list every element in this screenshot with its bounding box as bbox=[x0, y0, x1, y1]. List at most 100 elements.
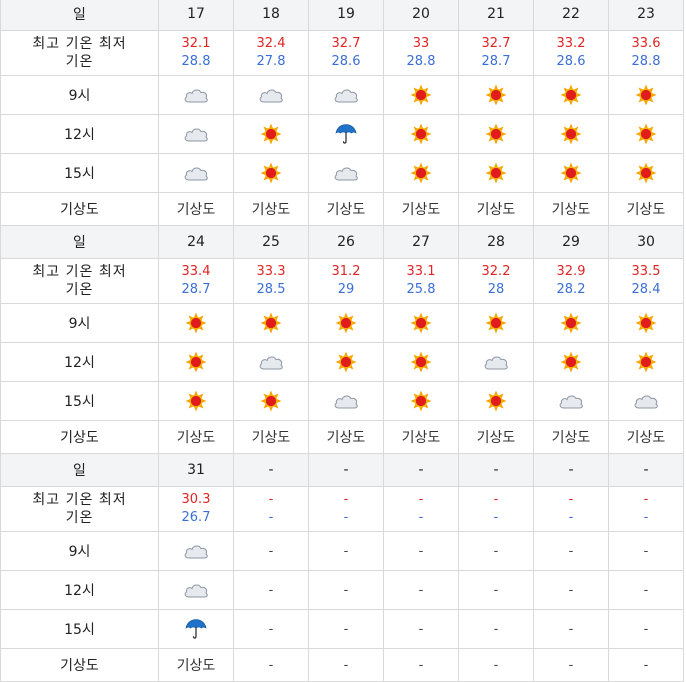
weather-map-cell[interactable]: 기상도 bbox=[608, 192, 684, 226]
row-label-text: 기온 bbox=[65, 510, 94, 526]
weather-map-cell[interactable]: 기상도 bbox=[383, 420, 459, 454]
day-number: 26 bbox=[337, 234, 355, 250]
row-label-day: 일 bbox=[0, 0, 159, 31]
weather-map-link[interactable]: 기상도 bbox=[327, 430, 366, 446]
forecast-cell: - bbox=[383, 570, 459, 610]
empty-value: - bbox=[493, 622, 499, 637]
weather-map-link[interactable]: 기상도 bbox=[552, 430, 591, 446]
weather-map-link[interactable]: 기상도 bbox=[477, 430, 516, 446]
day-cell: 30 bbox=[608, 225, 684, 259]
sun-icon bbox=[410, 390, 432, 412]
weather-map-link[interactable]: 기상도 bbox=[177, 202, 216, 218]
low-temp: 28.8 bbox=[631, 54, 661, 69]
weather-map-link[interactable]: 기상도 bbox=[477, 202, 516, 218]
weather-map-link[interactable]: 기상도 bbox=[552, 202, 591, 218]
day-cell: 21 bbox=[458, 0, 534, 31]
weather-map-cell[interactable]: 기상도 bbox=[158, 420, 234, 454]
forecast-cell bbox=[158, 570, 234, 610]
sun-icon bbox=[410, 351, 432, 373]
weather-map-cell[interactable]: 기상도 bbox=[533, 192, 609, 226]
row-label-text: 일 bbox=[73, 235, 86, 251]
day-number: - bbox=[568, 462, 574, 478]
forecast-cell bbox=[383, 153, 459, 193]
sun-icon bbox=[560, 84, 582, 106]
weather-map-cell[interactable]: 기상도 bbox=[233, 192, 309, 226]
weather-map-cell: - bbox=[233, 648, 309, 682]
forecast-cell bbox=[233, 381, 309, 421]
row-label-text: 9시 bbox=[68, 316, 91, 332]
weather-map-cell[interactable]: 기상도 bbox=[533, 420, 609, 454]
low-temp: - bbox=[343, 510, 349, 525]
temperature-cell: 31.2 29 bbox=[308, 258, 384, 304]
weather-map-cell: - bbox=[383, 648, 459, 682]
weather-map-link[interactable]: 기상도 bbox=[327, 202, 366, 218]
sun-icon bbox=[410, 162, 432, 184]
forecast-cell: - bbox=[383, 609, 459, 649]
high-temp: 32.4 bbox=[256, 36, 286, 51]
low-temp: 29 bbox=[337, 282, 355, 297]
forecast-cell bbox=[383, 114, 459, 154]
sun-icon bbox=[635, 312, 657, 334]
weather-map-link[interactable]: 기상도 bbox=[252, 202, 291, 218]
row-label-map: 기상도 bbox=[0, 192, 159, 226]
temperature-cell: 32.4 27.8 bbox=[233, 30, 309, 76]
day-cell: 17 bbox=[158, 0, 234, 31]
forecast-cell: - bbox=[458, 531, 534, 571]
day-cell: - bbox=[608, 453, 684, 487]
weather-map-cell[interactable]: 기상도 bbox=[383, 192, 459, 226]
sun-icon bbox=[485, 312, 507, 334]
day-number: 20 bbox=[412, 6, 430, 22]
day-cell: 29 bbox=[533, 225, 609, 259]
weather-map-cell[interactable]: 기상도 bbox=[158, 648, 234, 682]
forecast-cell bbox=[158, 303, 234, 343]
sun-icon bbox=[185, 351, 207, 373]
weather-map-cell[interactable]: 기상도 bbox=[458, 420, 534, 454]
day-cell: - bbox=[233, 453, 309, 487]
empty-value: - bbox=[418, 583, 424, 598]
forecast-cell bbox=[608, 114, 684, 154]
weather-map-link[interactable]: 기상도 bbox=[627, 202, 666, 218]
weather-table: 일 17 18 19 20 21 22 23 최고 기온 최저 기온 32.1 28.8 32.4 27.… bbox=[0, 0, 684, 682]
forecast-cell: - bbox=[608, 609, 684, 649]
empty-value: - bbox=[268, 583, 274, 598]
forecast-cell bbox=[383, 381, 459, 421]
high-temp: - bbox=[418, 492, 424, 507]
weather-map-cell[interactable]: 기상도 bbox=[158, 192, 234, 226]
weather-map-link[interactable]: 기상도 bbox=[402, 202, 441, 218]
weather-map-link[interactable]: 기상도 bbox=[252, 430, 291, 446]
forecast-cell bbox=[308, 114, 384, 154]
row-label-text: 기상도 bbox=[60, 430, 99, 446]
weather-map-cell[interactable]: 기상도 bbox=[233, 420, 309, 454]
temperature-cell: 32.7 28.7 bbox=[458, 30, 534, 76]
temperature-row: 최고 기온 최저 기온 32.1 28.8 32.4 27.8 32.7 28.6 33 28.8… bbox=[0, 30, 684, 76]
empty-value: - bbox=[418, 658, 424, 673]
weather-map-link[interactable]: 기상도 bbox=[177, 430, 216, 446]
weather-map-row: 기상도 기상도 기상도 기상도 기상도 기상도 기상도 기상도 bbox=[0, 192, 684, 226]
forecast-cell bbox=[608, 342, 684, 382]
day-number: 24 bbox=[187, 234, 205, 250]
empty-value: - bbox=[568, 658, 574, 673]
row-label-text: 15시 bbox=[64, 394, 95, 410]
weather-map-link[interactable]: 기상도 bbox=[177, 658, 216, 674]
high-temp: 33.4 bbox=[181, 264, 211, 279]
forecast-row-h9: 9시 bbox=[0, 75, 684, 115]
temperature-cell: 32.9 28.2 bbox=[533, 258, 609, 304]
row-label-15h: 15시 bbox=[0, 381, 159, 421]
day-row: 일 17 18 19 20 21 22 23 bbox=[0, 0, 684, 31]
forecast-cell: - bbox=[608, 531, 684, 571]
empty-value: - bbox=[268, 622, 274, 637]
weather-map-link[interactable]: 기상도 bbox=[627, 430, 666, 446]
cloud-icon bbox=[633, 393, 659, 409]
weather-map-link[interactable]: 기상도 bbox=[402, 430, 441, 446]
empty-value: - bbox=[568, 583, 574, 598]
weather-map-cell[interactable]: 기상도 bbox=[458, 192, 534, 226]
high-temp: - bbox=[493, 492, 499, 507]
weather-map-cell[interactable]: 기상도 bbox=[308, 420, 384, 454]
forecast-cell: - bbox=[608, 570, 684, 610]
day-cell: - bbox=[383, 453, 459, 487]
row-label-map: 기상도 bbox=[0, 648, 159, 682]
sun-icon bbox=[410, 84, 432, 106]
row-label-15h: 15시 bbox=[0, 609, 159, 649]
weather-map-cell[interactable]: 기상도 bbox=[308, 192, 384, 226]
weather-map-cell[interactable]: 기상도 bbox=[608, 420, 684, 454]
